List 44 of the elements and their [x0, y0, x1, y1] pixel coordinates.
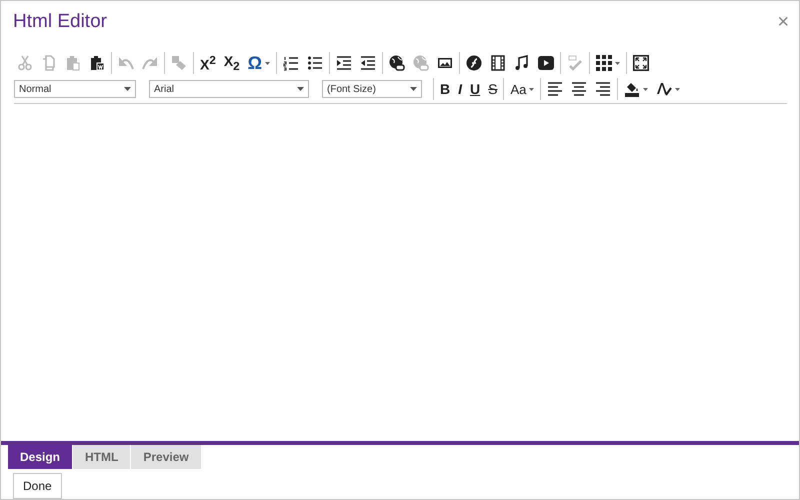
undo-icon [118, 55, 134, 71]
fullscreen-icon [633, 55, 650, 71]
numbered-list-icon [283, 55, 300, 71]
symbol-button[interactable]: Ω [244, 52, 274, 74]
underline-button[interactable]: U [467, 78, 484, 100]
music-note-icon [514, 55, 530, 71]
superscript-button[interactable]: X$^{2}$ [197, 52, 219, 74]
align-right-icon [595, 81, 612, 97]
strikethrough-button[interactable]: S [485, 78, 500, 100]
globe-link-icon [413, 55, 430, 71]
caret-icon [297, 87, 304, 91]
picture-icon [437, 55, 454, 71]
clipboard-icon [89, 55, 105, 71]
copy-icon [41, 55, 57, 71]
checkmark-icon [567, 55, 584, 71]
clipboard-icon [65, 55, 81, 71]
font-case-button[interactable]: Aa [507, 78, 538, 100]
italic-button[interactable]: I [455, 78, 466, 100]
paragraph-style-dropdown[interactable]: Normal [14, 80, 136, 98]
mode-tab[interactable]: HTML [73, 445, 130, 469]
done-button[interactable]: Done [13, 473, 62, 499]
window-title: Html Editor [13, 11, 107, 33]
bold-button[interactable]: B [437, 78, 454, 100]
close-button[interactable]: × [775, 12, 791, 32]
font-family-dropdown[interactable]: Arial [149, 80, 309, 98]
film-icon [490, 55, 506, 71]
globe-link-icon [389, 55, 406, 71]
flash-icon [466, 55, 482, 71]
paint-bucket-icon [624, 81, 640, 97]
caret-icon [410, 87, 417, 91]
grid-icon [596, 55, 612, 71]
mode-tab[interactable]: Design [8, 445, 72, 469]
font-size-dropdown[interactable]: (Font Size) [322, 80, 422, 98]
align-center-icon [571, 81, 588, 97]
redo-icon [142, 55, 158, 71]
scissors-icon [17, 55, 33, 71]
mode-tab[interactable]: Preview [131, 445, 201, 469]
align-left-icon [547, 81, 564, 97]
caret-icon [124, 87, 131, 91]
play-icon [538, 55, 554, 71]
subscript-button[interactable]: X$_{2}$ [220, 52, 243, 74]
bullet-list-icon [307, 55, 324, 71]
indent-icon [336, 55, 352, 71]
outdent-icon [360, 55, 376, 71]
